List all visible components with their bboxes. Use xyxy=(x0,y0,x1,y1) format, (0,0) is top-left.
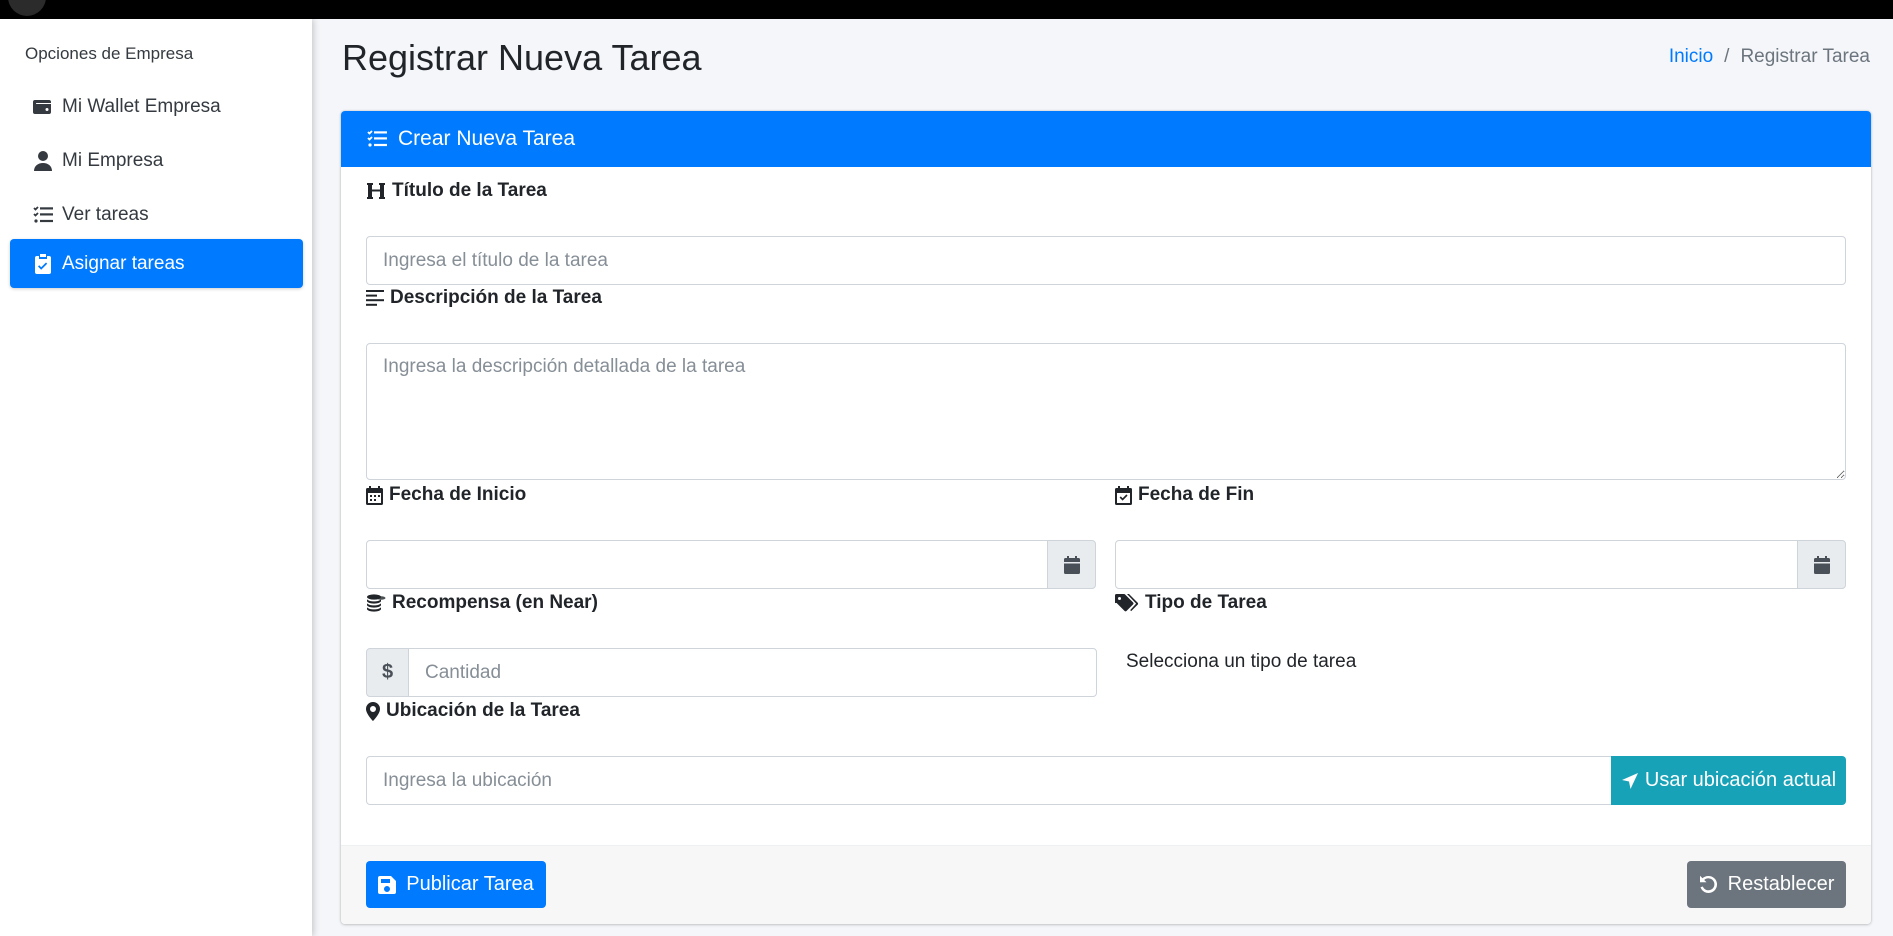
end-date-input[interactable] xyxy=(1115,540,1798,589)
use-current-location-button[interactable]: Usar ubicación actual xyxy=(1611,756,1846,805)
sidebar-item-view-tasks[interactable]: Ver tareas xyxy=(10,190,303,239)
start-date-calendar-button[interactable] xyxy=(1047,540,1096,589)
task-type-label: Tipo de Tarea xyxy=(1115,592,1267,614)
task-form-card: Crear Nueva Tarea Título de la Tarea Des… xyxy=(341,111,1871,924)
location-input[interactable] xyxy=(366,756,1612,805)
sidebar-item-label: Mi Wallet Empresa xyxy=(62,95,221,117)
save-icon xyxy=(378,875,406,894)
coins-icon xyxy=(366,594,386,612)
sidebar-item-label: Asignar tareas xyxy=(62,252,185,274)
card-header: Crear Nueva Tarea xyxy=(341,111,1871,167)
end-date-calendar-button[interactable] xyxy=(1797,540,1846,589)
tasks-icon xyxy=(366,130,398,148)
sidebar-header: Opciones de Empresa xyxy=(25,44,194,63)
currency-prefix: $ xyxy=(366,648,409,697)
publish-task-label: Publicar Tarea xyxy=(406,873,534,895)
start-date-label: Fecha de Inicio xyxy=(366,484,526,506)
location-label-text: Ubicación de la Tarea xyxy=(386,700,580,721)
task-type-select[interactable]: Selecciona un tipo de tarea xyxy=(1126,651,1356,673)
description-label-text: Descripción de la Tarea xyxy=(390,287,602,308)
location-arrow-icon xyxy=(1621,772,1645,790)
description-textarea[interactable] xyxy=(366,343,1846,480)
use-current-location-label: Usar ubicación actual xyxy=(1644,769,1837,791)
reward-label: Recompensa (en Near) xyxy=(366,592,598,614)
title-label: Título de la Tarea xyxy=(366,180,547,202)
calendar-alt-icon xyxy=(366,485,383,505)
title-input[interactable] xyxy=(366,236,1846,285)
reward-label-text: Recompensa (en Near) xyxy=(392,592,598,613)
publish-task-button[interactable]: Publicar Tarea xyxy=(366,861,546,908)
sidebar-item-assign-tasks[interactable]: Asignar tareas xyxy=(10,239,303,288)
sidebar-item-company[interactable]: Mi Empresa xyxy=(10,136,303,185)
title-label-text: Título de la Tarea xyxy=(392,180,547,201)
heading-icon xyxy=(366,182,386,200)
calendar-icon xyxy=(1813,555,1830,574)
reset-button[interactable]: Restablecer xyxy=(1687,861,1846,908)
sidebar: Opciones de Empresa Mi Wallet Empresa Mi… xyxy=(0,19,312,936)
top-navbar xyxy=(0,0,1893,19)
reset-label: Restablecer xyxy=(1727,873,1835,895)
description-label: Descripción de la Tarea xyxy=(366,287,602,309)
task-type-label-text: Tipo de Tarea xyxy=(1145,592,1267,613)
undo-icon xyxy=(1699,875,1728,894)
sidebar-item-label: Ver tareas xyxy=(62,203,149,225)
user-icon xyxy=(32,150,54,172)
avatar[interactable] xyxy=(8,0,46,16)
reward-input[interactable] xyxy=(408,648,1097,697)
end-date-label: Fecha de Fin xyxy=(1115,484,1254,506)
tags-icon xyxy=(1115,593,1139,613)
calendar-check-icon xyxy=(1115,485,1132,505)
main-content: Registrar Nueva Tarea Inicio / Registrar… xyxy=(312,19,1893,936)
sidebar-item-wallet[interactable]: Mi Wallet Empresa xyxy=(10,82,303,131)
clipboard-check-icon xyxy=(32,253,54,275)
card-footer: Publicar Tarea Restablecer xyxy=(341,845,1871,924)
breadcrumb-home-link[interactable]: Inicio xyxy=(1669,46,1713,68)
tasks-icon xyxy=(32,204,54,226)
end-date-label-text: Fecha de Fin xyxy=(1138,484,1255,505)
location-label: Ubicación de la Tarea xyxy=(366,700,580,722)
sidebar-item-label: Mi Empresa xyxy=(62,149,164,171)
map-marker-icon xyxy=(366,701,380,721)
page-title: Registrar Nueva Tarea xyxy=(342,37,702,78)
calendar-icon xyxy=(1063,555,1080,574)
wallet-icon xyxy=(32,96,54,118)
card-title: Crear Nueva Tarea xyxy=(398,127,576,150)
breadcrumb-separator: / xyxy=(1724,46,1730,67)
start-date-input[interactable] xyxy=(366,540,1048,589)
align-left-icon xyxy=(366,290,384,306)
breadcrumb: Inicio / Registrar Tarea xyxy=(1669,46,1870,68)
breadcrumb-current: Registrar Tarea xyxy=(1740,46,1870,67)
start-date-label-text: Fecha de Inicio xyxy=(389,484,527,505)
